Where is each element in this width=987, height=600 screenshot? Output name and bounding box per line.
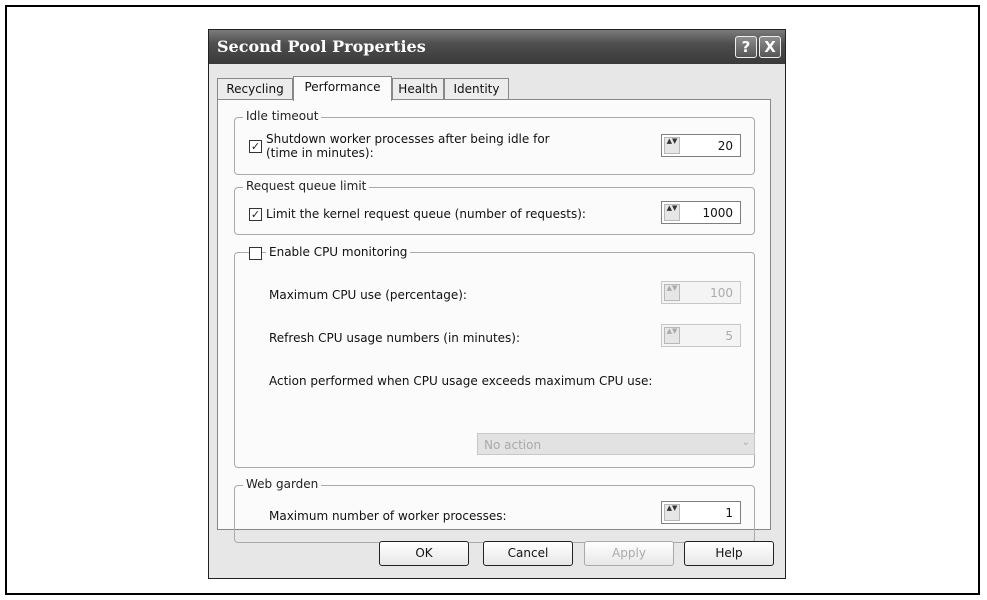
spinner-arrows-icon[interactable]: ▲▼ — [664, 327, 680, 344]
spinner-arrows-icon[interactable]: ▲▼ — [664, 284, 680, 301]
refresh-cpu-spinner[interactable]: ▲▼ 5 — [661, 324, 741, 347]
request-queue-group: Request queue limit ✓ Limit the kernel r… — [234, 179, 755, 235]
cpu-monitoring-checkbox[interactable] — [249, 247, 262, 260]
tab-recycling[interactable]: Recycling — [217, 78, 293, 100]
refresh-cpu-value: 5 — [725, 329, 733, 343]
apply-button[interactable]: Apply — [584, 541, 674, 566]
refresh-cpu-label: Refresh CPU usage numbers (in minutes): — [269, 331, 521, 345]
spinner-arrows-icon[interactable]: ▲▼ — [664, 204, 680, 221]
tab-identity[interactable]: Identity — [444, 78, 509, 100]
request-queue-spinner[interactable]: ▲▼ 1000 — [661, 201, 741, 224]
cpu-action-label: Action performed when CPU usage exceeds … — [269, 374, 653, 388]
idle-timeout-label-line2: (time in minutes): — [266, 146, 374, 160]
properties-dialog: Second Pool Properties ? X Recycling Per… — [208, 29, 786, 579]
cpu-action-select[interactable]: No action ⌄ — [477, 433, 755, 455]
idle-timeout-group: Idle timeout ✓ Shutdown worker processes… — [234, 109, 755, 175]
help-icon[interactable]: ? — [735, 36, 757, 58]
max-cpu-spinner[interactable]: ▲▼ 100 — [661, 281, 741, 304]
close-icon[interactable]: X — [759, 36, 781, 58]
idle-timeout-value: 20 — [717, 139, 733, 153]
request-queue-checkbox[interactable]: ✓ — [249, 208, 262, 221]
title-bar: Second Pool Properties ? X — [209, 30, 785, 64]
idle-timeout-checkbox[interactable]: ✓ — [249, 140, 262, 153]
help-button[interactable]: Help — [684, 541, 774, 566]
max-cpu-label: Maximum CPU use (percentage): — [269, 288, 467, 302]
idle-timeout-legend: Idle timeout — [243, 109, 322, 123]
max-workers-spinner[interactable]: ▲▼ 1 — [661, 501, 741, 524]
request-queue-value: 1000 — [702, 206, 733, 220]
tab-health[interactable]: Health — [392, 78, 444, 100]
idle-timeout-spinner[interactable]: ▲▼ 20 — [661, 134, 741, 157]
tab-performance[interactable]: Performance — [293, 76, 392, 101]
cpu-action-value: No action — [484, 438, 542, 452]
web-garden-group: Web garden Maximum number of worker proc… — [234, 477, 755, 543]
cancel-button[interactable]: Cancel — [483, 541, 573, 566]
performance-panel: Idle timeout ✓ Shutdown worker processes… — [217, 99, 771, 543]
cpu-monitoring-label: Enable CPU monitoring — [266, 245, 411, 259]
idle-timeout-label-line1: Shutdown worker processes after being id… — [266, 132, 550, 146]
spinner-arrows-icon[interactable]: ▲▼ — [664, 137, 680, 154]
max-cpu-value: 100 — [710, 286, 733, 300]
request-queue-legend: Request queue limit — [243, 179, 370, 193]
max-workers-label: Maximum number of worker processes: — [269, 509, 507, 523]
max-workers-value: 1 — [725, 506, 733, 520]
chevron-down-icon[interactable]: ⌄ — [742, 437, 750, 448]
web-garden-legend: Web garden — [243, 477, 322, 491]
ok-button[interactable]: OK — [379, 541, 469, 566]
request-queue-label: Limit the kernel request queue (number o… — [266, 207, 586, 221]
window-title: Second Pool Properties — [217, 37, 426, 56]
spinner-arrows-icon[interactable]: ▲▼ — [664, 504, 680, 521]
